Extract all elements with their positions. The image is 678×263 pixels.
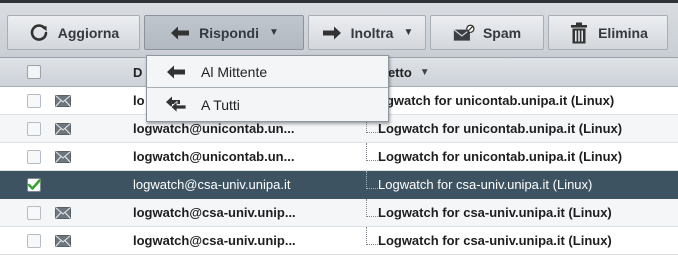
reply-button[interactable]: Rispondi ▼ <box>144 15 304 50</box>
message-row[interactable]: logwatch@csa-univ.unip... Logwatch for c… <box>0 199 678 227</box>
menu-item-reply-all[interactable]: A Tutti <box>147 89 388 121</box>
message-subject: Logwatch for unicontab.unipa.it (Linux) <box>378 121 623 136</box>
spam-envelope-icon <box>453 22 475 44</box>
column-header-from[interactable]: D <box>133 65 142 80</box>
forward-label: Inoltra <box>350 24 394 41</box>
message-row-selected[interactable]: logwatch@csa-univ.unipa.it Logwatch for … <box>0 171 678 199</box>
row-checkbox[interactable] <box>27 150 41 164</box>
envelope-icon <box>55 207 71 219</box>
spam-label: Spam <box>482 24 522 41</box>
mail-toolbar: Aggiorna Rispondi ▼ Inoltra ▼ Spam Elimi… <box>0 3 678 58</box>
envelope-icon <box>55 95 71 107</box>
menu-item-reply-sender[interactable]: Al Mittente <box>147 56 388 88</box>
envelope-icon <box>55 123 71 135</box>
reply-dropdown-menu: Al Mittente A Tutti <box>146 55 389 122</box>
message-sender: logwatch@csa-univ.unipa.it <box>133 177 291 192</box>
message-subject: ogwatch for unicontab.unipa.it (Linux) <box>378 93 615 108</box>
envelope-icon <box>55 235 71 247</box>
thread-connector <box>366 199 378 217</box>
refresh-label: Aggiorna <box>57 24 120 41</box>
message-row[interactable]: logwatch@csa-univ.unip... Logwatch for c… <box>0 227 678 255</box>
message-sender: logwatch@unicontab.un... <box>133 121 295 136</box>
row-checkbox[interactable] <box>27 206 41 220</box>
trash-icon <box>568 22 590 44</box>
message-sender: logwatch@csa-univ.unip... <box>133 233 296 248</box>
thread-connector <box>366 143 378 161</box>
message-subject: Logwatch for csa-univ.unipa.it (Linux) <box>378 205 612 220</box>
refresh-button[interactable]: Aggiorna <box>7 15 140 50</box>
menu-item-label: Al Mittente <box>201 63 268 80</box>
spam-button[interactable]: Spam <box>430 15 544 50</box>
menu-item-label: A Tutti <box>201 97 240 113</box>
thread-connector <box>366 171 378 189</box>
chevron-down-icon[interactable]: ▼ <box>403 27 413 38</box>
refresh-icon <box>28 22 50 44</box>
checkmark-icon <box>27 179 41 190</box>
row-checkbox-checked[interactable] <box>27 178 41 192</box>
envelope-icon <box>55 151 71 163</box>
message-subject: Logwatch for unicontab.unipa.it (Linux) <box>378 149 623 164</box>
reply-all-icon <box>165 95 187 115</box>
message-sender: logwatch@csa-univ.unip... <box>133 205 296 220</box>
message-sender: logwatch@unicontab.un... <box>133 149 295 164</box>
row-checkbox[interactable] <box>27 234 41 248</box>
message-subject: Logwatch for csa-univ.unipa.it (Linux) <box>378 233 612 248</box>
select-all-checkbox[interactable] <box>27 65 41 79</box>
arrow-left-icon <box>169 22 191 44</box>
forward-button[interactable]: Inoltra ▼ <box>308 15 426 50</box>
row-checkbox[interactable] <box>27 94 41 108</box>
sort-descending-icon: ▼ <box>419 67 430 78</box>
delete-label: Elimina <box>598 24 648 41</box>
reply-label: Rispondi <box>199 24 259 41</box>
chevron-down-icon[interactable]: ▼ <box>269 27 279 38</box>
row-checkbox[interactable] <box>27 122 41 136</box>
message-row[interactable]: logwatch@unicontab.un... Logwatch for un… <box>0 143 678 171</box>
delete-button[interactable]: Elimina <box>548 15 668 50</box>
arrow-left-icon <box>165 62 187 82</box>
message-subject: Logwatch for csa-univ.unipa.it (Linux) <box>378 177 593 192</box>
arrow-right-icon <box>321 22 343 44</box>
thread-connector <box>366 227 378 245</box>
